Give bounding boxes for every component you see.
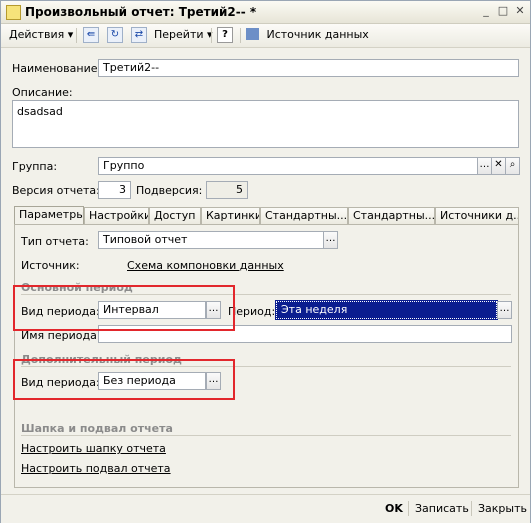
subversion-label: Подверсия: xyxy=(136,184,203,197)
period-field[interactable]: Эта неделя xyxy=(275,300,498,320)
goto-menu[interactable]: Перейти ▾ xyxy=(154,27,213,43)
minimize-icon[interactable]: _ xyxy=(479,4,493,18)
back-icon[interactable]: ⇚ xyxy=(83,27,99,43)
datasource-label: Источник данных xyxy=(266,28,369,41)
tab-standard-1[interactable]: Стандартны... xyxy=(260,207,348,224)
refresh-icon[interactable]: ↻ xyxy=(107,27,123,43)
datasource-button[interactable]: Источник данных xyxy=(246,27,369,43)
setup-footer-link[interactable]: Настроить подвал отчета xyxy=(21,462,171,475)
name-label: Наименование: xyxy=(12,62,102,75)
footer-bar: OK Записать Закрыть xyxy=(1,494,530,523)
group-label: Группа: xyxy=(12,160,58,173)
actions-menu[interactable]: Действия ▾ xyxy=(9,27,73,43)
highlight-extra-period xyxy=(13,359,235,400)
report-window: Произвольный отчет: Третий2-- * _ □ ✕ Де… xyxy=(0,0,531,523)
help-button[interactable]: ? xyxy=(217,27,233,43)
footer-separator xyxy=(408,501,409,516)
header-footer-title: Шапка и подвал отчета xyxy=(21,422,173,435)
close-icon[interactable]: ✕ xyxy=(513,4,527,18)
toolbar-separator xyxy=(76,28,77,43)
save-button[interactable]: Записать xyxy=(415,502,469,515)
ok-button[interactable]: OK xyxy=(385,502,403,515)
version-field[interactable]: 3 xyxy=(98,181,131,199)
footer-separator xyxy=(471,501,472,516)
period-label: Период: xyxy=(228,305,276,318)
actions-label: Действия xyxy=(9,28,65,41)
subversion-field: 5 xyxy=(206,181,248,199)
report-type-field[interactable]: Типовой отчет xyxy=(98,231,324,249)
source-link[interactable]: Схема компоновки данных xyxy=(127,259,284,272)
tab-standard-2[interactable]: Стандартны... xyxy=(348,207,435,224)
datasource-icon xyxy=(246,28,259,40)
window-title: Произвольный отчет: Третий2-- * xyxy=(25,5,257,19)
title-bar: Произвольный отчет: Третий2-- * _ □ ✕ xyxy=(1,1,530,24)
dropdown-arrow-icon: ▾ xyxy=(67,28,74,41)
group-select-button[interactable]: … xyxy=(477,157,492,175)
maximize-icon[interactable]: □ xyxy=(496,4,510,18)
description-field[interactable]: dsadsad xyxy=(12,100,519,148)
toolbar-separator xyxy=(240,28,241,43)
toolbar: Действия ▾ ⇚ ↻ ⇄ Перейти ▾ ? Источник да… xyxy=(1,24,530,48)
source-label: Источник: xyxy=(21,259,80,272)
highlight-main-period xyxy=(13,285,235,331)
group-clear-icon[interactable]: ✕ xyxy=(491,157,506,175)
period-select-button[interactable]: … xyxy=(497,301,512,319)
swap-icon[interactable]: ⇄ xyxy=(131,27,147,43)
report-type-select-button[interactable]: … xyxy=(323,231,338,249)
tab-settings[interactable]: Настройки xyxy=(84,207,149,224)
description-label: Описание: xyxy=(12,86,73,99)
report-icon xyxy=(6,5,21,20)
goto-label: Перейти xyxy=(154,28,204,41)
tab-pictures[interactable]: Картинки xyxy=(201,207,260,224)
group-divider xyxy=(21,435,511,436)
group-field[interactable]: Группо xyxy=(98,157,478,175)
toolbar-separator xyxy=(211,28,212,43)
tab-parameters[interactable]: Параметры xyxy=(14,206,84,225)
name-field[interactable]: Третий2-- xyxy=(98,59,519,77)
version-label: Версия отчета: xyxy=(12,184,100,197)
tab-data-sources[interactable]: Источники д... xyxy=(435,207,519,224)
report-type-label: Тип отчета: xyxy=(21,235,89,248)
setup-header-link[interactable]: Настроить шапку отчета xyxy=(21,442,166,455)
tab-access[interactable]: Доступ xyxy=(149,207,201,224)
group-search-icon[interactable]: ⌕ xyxy=(505,157,520,175)
close-button[interactable]: Закрыть xyxy=(478,502,527,515)
